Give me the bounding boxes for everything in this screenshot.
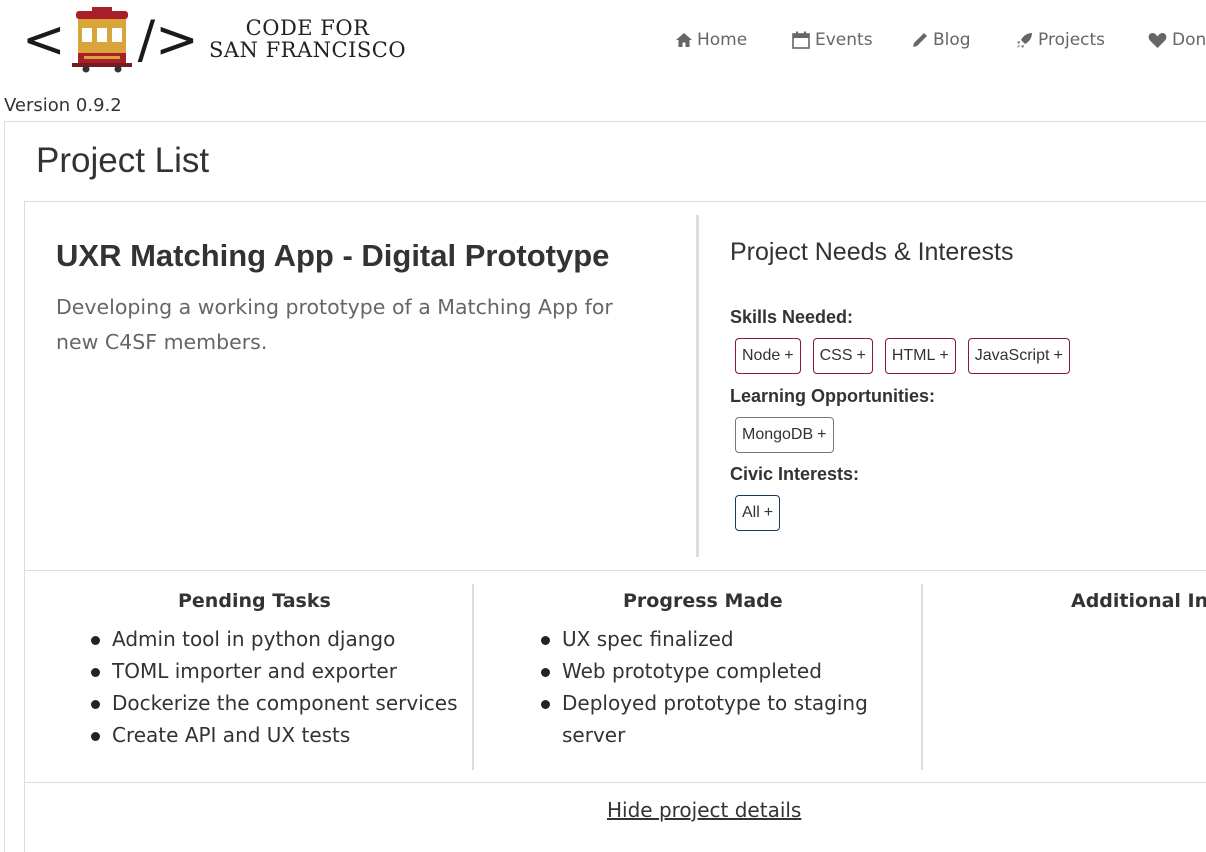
cable-car-icon [71,7,132,73]
civic-label: Civic Interests: [730,464,860,484]
nav-blog-label: Blog [933,30,971,50]
additional-info-title: Additional Inf [1071,590,1206,612]
nav-events[interactable]: Events [792,30,873,50]
list-item: UX spec finalized [541,623,871,655]
calendar-icon [792,31,810,49]
plus-icon: + [817,426,827,443]
section-divider [24,570,1206,571]
pending-tasks-list: Admin tool in python django TOML importe… [91,623,458,751]
list-item: Web prototype completed [541,655,871,687]
vertical-divider [696,215,699,557]
list-item: Admin tool in python django [91,623,458,655]
skills-label: Skills Needed: [730,307,854,327]
pencil-icon [913,33,927,47]
nav-projects-label: Projects [1038,30,1106,50]
nav-events-label: Events [815,30,873,50]
nav-home[interactable]: Home [676,30,747,50]
nav-blog[interactable]: Blog [912,30,971,50]
plus-icon: + [784,347,794,364]
plus-icon: + [856,347,866,364]
plus-icon: + [939,347,949,364]
brand-line-1: CODE FOR [245,16,370,40]
brand-line-2: SAN FRANCISCO [209,38,407,62]
civic-tag-list: All + [735,495,781,531]
list-item: Dockerize the component services [91,687,458,719]
close-tag-glyph: /> [137,10,199,70]
pending-tasks-title: Pending Tasks [178,590,331,612]
needs-title: Project Needs & Interests [730,238,1014,266]
learning-tag[interactable]: MongoDB + [735,417,834,453]
project-name: UXR Matching App - Digital Prototype [56,238,610,273]
page-title: Project List [36,141,210,180]
footer-divider [24,782,1206,783]
plus-icon: + [1053,347,1063,364]
skill-tag[interactable]: HTML + [884,338,956,374]
column-divider [472,584,474,770]
version-label: Version 0.9.2 [4,95,122,116]
brand-name[interactable]: CODE FOR SAN FRANCISCO [209,17,406,61]
progress-made-title: Progress Made [623,590,783,612]
nav-donate[interactable]: Don [1148,30,1206,50]
project-description: Developing a working prototype of a Matc… [56,295,613,354]
site-logo[interactable]: < /> [22,6,199,74]
home-icon [676,33,692,47]
progress-list: UX spec finalized Web prototype complete… [541,623,871,751]
civic-tag[interactable]: All + [735,495,781,531]
list-item: Deployed prototype to staging server [541,687,871,751]
learning-label: Learning Opportunities: [730,386,935,406]
plus-icon: + [763,504,774,521]
rocket-icon [1017,32,1032,48]
nav-projects[interactable]: Projects [1016,30,1105,50]
list-item: Create API and UX tests [91,719,458,751]
heart-icon [1148,32,1167,48]
nav-home-label: Home [697,30,748,50]
skill-tag[interactable]: JavaScript + [967,338,1070,374]
skill-tag[interactable]: Node + [735,338,801,374]
column-divider [921,584,923,770]
nav-donate-label: Don [1172,30,1206,50]
list-item: TOML importer and exporter [91,655,458,687]
learning-tag-list: MongoDB + [735,417,834,453]
open-bracket-glyph: < [22,10,66,70]
skills-tag-list: Node + CSS + HTML + JavaScript + [735,338,1070,374]
hide-project-details-link[interactable]: Hide project details [607,798,801,822]
skill-tag[interactable]: CSS + [812,338,873,374]
